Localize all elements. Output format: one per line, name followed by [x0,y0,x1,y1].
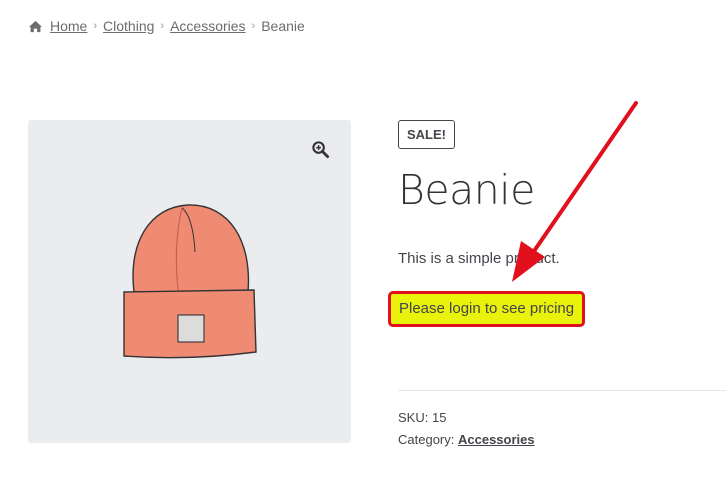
breadcrumb: Home › Clothing › Accessories › Beanie [28,18,305,34]
beanie-product-image[interactable] [120,202,260,362]
breadcrumb-separator: › [251,20,256,32]
breadcrumb-current: Beanie [261,18,305,34]
product-gallery [28,120,351,443]
divider [398,390,726,391]
product-title: Beanie [398,166,535,214]
sku-value: 15 [431,410,447,425]
breadcrumb-separator: › [93,20,98,32]
login-to-see-pricing-notice: Please login to see pricing [388,291,586,327]
product-short-description: This is a simple product. [398,250,560,267]
sku-label: SKU: [398,410,429,425]
category-row: Category: Accessories [398,429,535,451]
category-link[interactable]: Accessories [458,432,535,447]
breadcrumb-accessories-link[interactable]: Accessories [170,18,245,34]
breadcrumb-home-link[interactable]: Home [50,18,87,34]
sale-badge: SALE! [398,120,455,149]
breadcrumb-separator: › [160,20,165,32]
home-icon [29,20,42,32]
zoom-in-icon[interactable] [311,140,330,159]
sku-row: SKU: 15 [398,407,535,429]
category-label: Category: [398,432,455,447]
product-meta: SKU: 15 Category: Accessories [398,407,535,451]
breadcrumb-clothing-link[interactable]: Clothing [103,18,154,34]
